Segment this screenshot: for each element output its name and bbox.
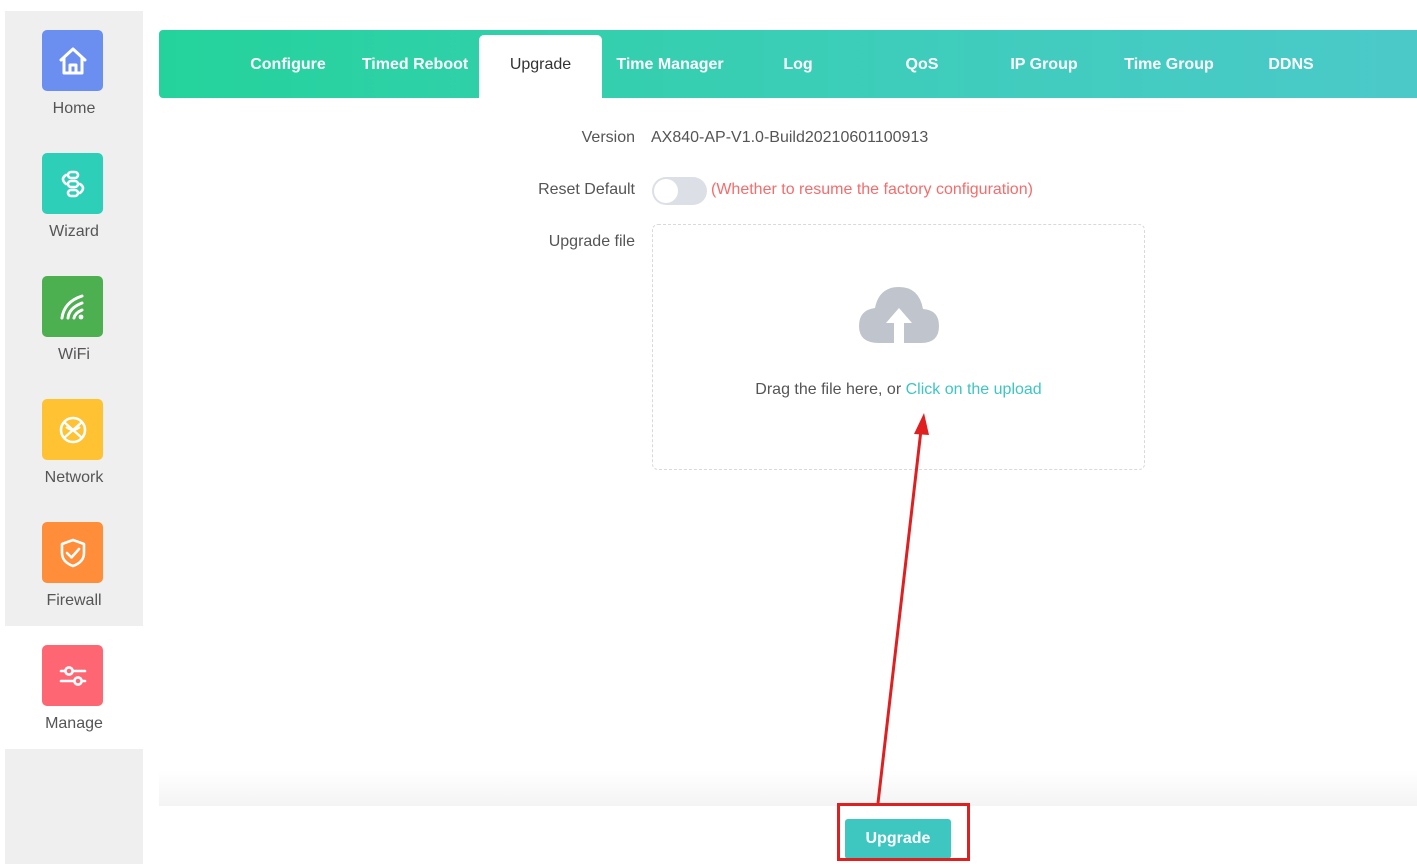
sidebar-item-manage[interactable]: Manage	[5, 626, 143, 749]
sidebar-item-wifi[interactable]: WiFi	[5, 257, 143, 380]
tab-timed-reboot[interactable]: Timed Reboot	[359, 30, 471, 98]
tab-time-group[interactable]: Time Group	[1119, 30, 1219, 98]
sidebar-item-label: Manage	[45, 715, 103, 732]
sidebar-item-home[interactable]: Home	[5, 11, 143, 134]
sidebar-item-label: Wizard	[49, 223, 99, 240]
sidebar-item-network[interactable]: Network	[5, 380, 143, 503]
upgrade-file-label: Upgrade file	[548, 233, 635, 250]
sidebar-item-label: Firewall	[46, 592, 102, 609]
upload-drop-text: Drag the file here, or Click on the uplo…	[653, 381, 1144, 399]
home-icon	[42, 30, 103, 91]
sidebar-item-label: Home	[52, 100, 96, 117]
reset-default-label: Reset Default	[538, 181, 635, 198]
sidebar-item-wizard[interactable]: Wizard	[5, 134, 143, 257]
tab-ddns[interactable]: DDNS	[1253, 30, 1329, 98]
version-label: Version	[581, 129, 635, 146]
tab-ip-group[interactable]: IP Group	[1001, 30, 1087, 98]
footer-bar	[159, 770, 1417, 806]
upgrade-button[interactable]: Upgrade	[845, 819, 951, 859]
tab-configure[interactable]: Configure	[245, 30, 331, 98]
sidebar: Home Wizard WiFi Network Firewall Manage	[5, 11, 143, 864]
sidebar-item-firewall[interactable]: Firewall	[5, 503, 143, 626]
drop-instruction: Drag the file here, or	[755, 381, 902, 398]
tab-upgrade[interactable]: Upgrade	[479, 35, 602, 98]
tab-time-manager[interactable]: Time Manager	[610, 30, 730, 98]
tab-bar: Configure Timed Reboot Upgrade Time Mana…	[159, 30, 1417, 98]
cloud-upload-icon	[857, 283, 941, 349]
tab-qos[interactable]: QoS	[887, 30, 957, 98]
version-value: AX840-AP-V1.0-Build20210601100913	[651, 129, 929, 146]
click-upload-link[interactable]: Click on the upload	[906, 381, 1042, 398]
sliders-icon	[42, 645, 103, 706]
reset-default-hint: (Whether to resume the factory configura…	[711, 181, 1033, 198]
sidebar-item-label: Network	[44, 469, 104, 486]
shield-check-icon	[42, 522, 103, 583]
reset-default-toggle[interactable]	[652, 177, 707, 205]
wifi-icon	[42, 276, 103, 337]
wizard-icon	[42, 153, 103, 214]
toggle-knob	[654, 179, 678, 203]
sidebar-item-label: WiFi	[58, 346, 90, 363]
globe-icon	[42, 399, 103, 460]
tab-log[interactable]: Log	[764, 30, 832, 98]
upload-dropzone[interactable]: Drag the file here, or Click on the uplo…	[652, 224, 1145, 470]
